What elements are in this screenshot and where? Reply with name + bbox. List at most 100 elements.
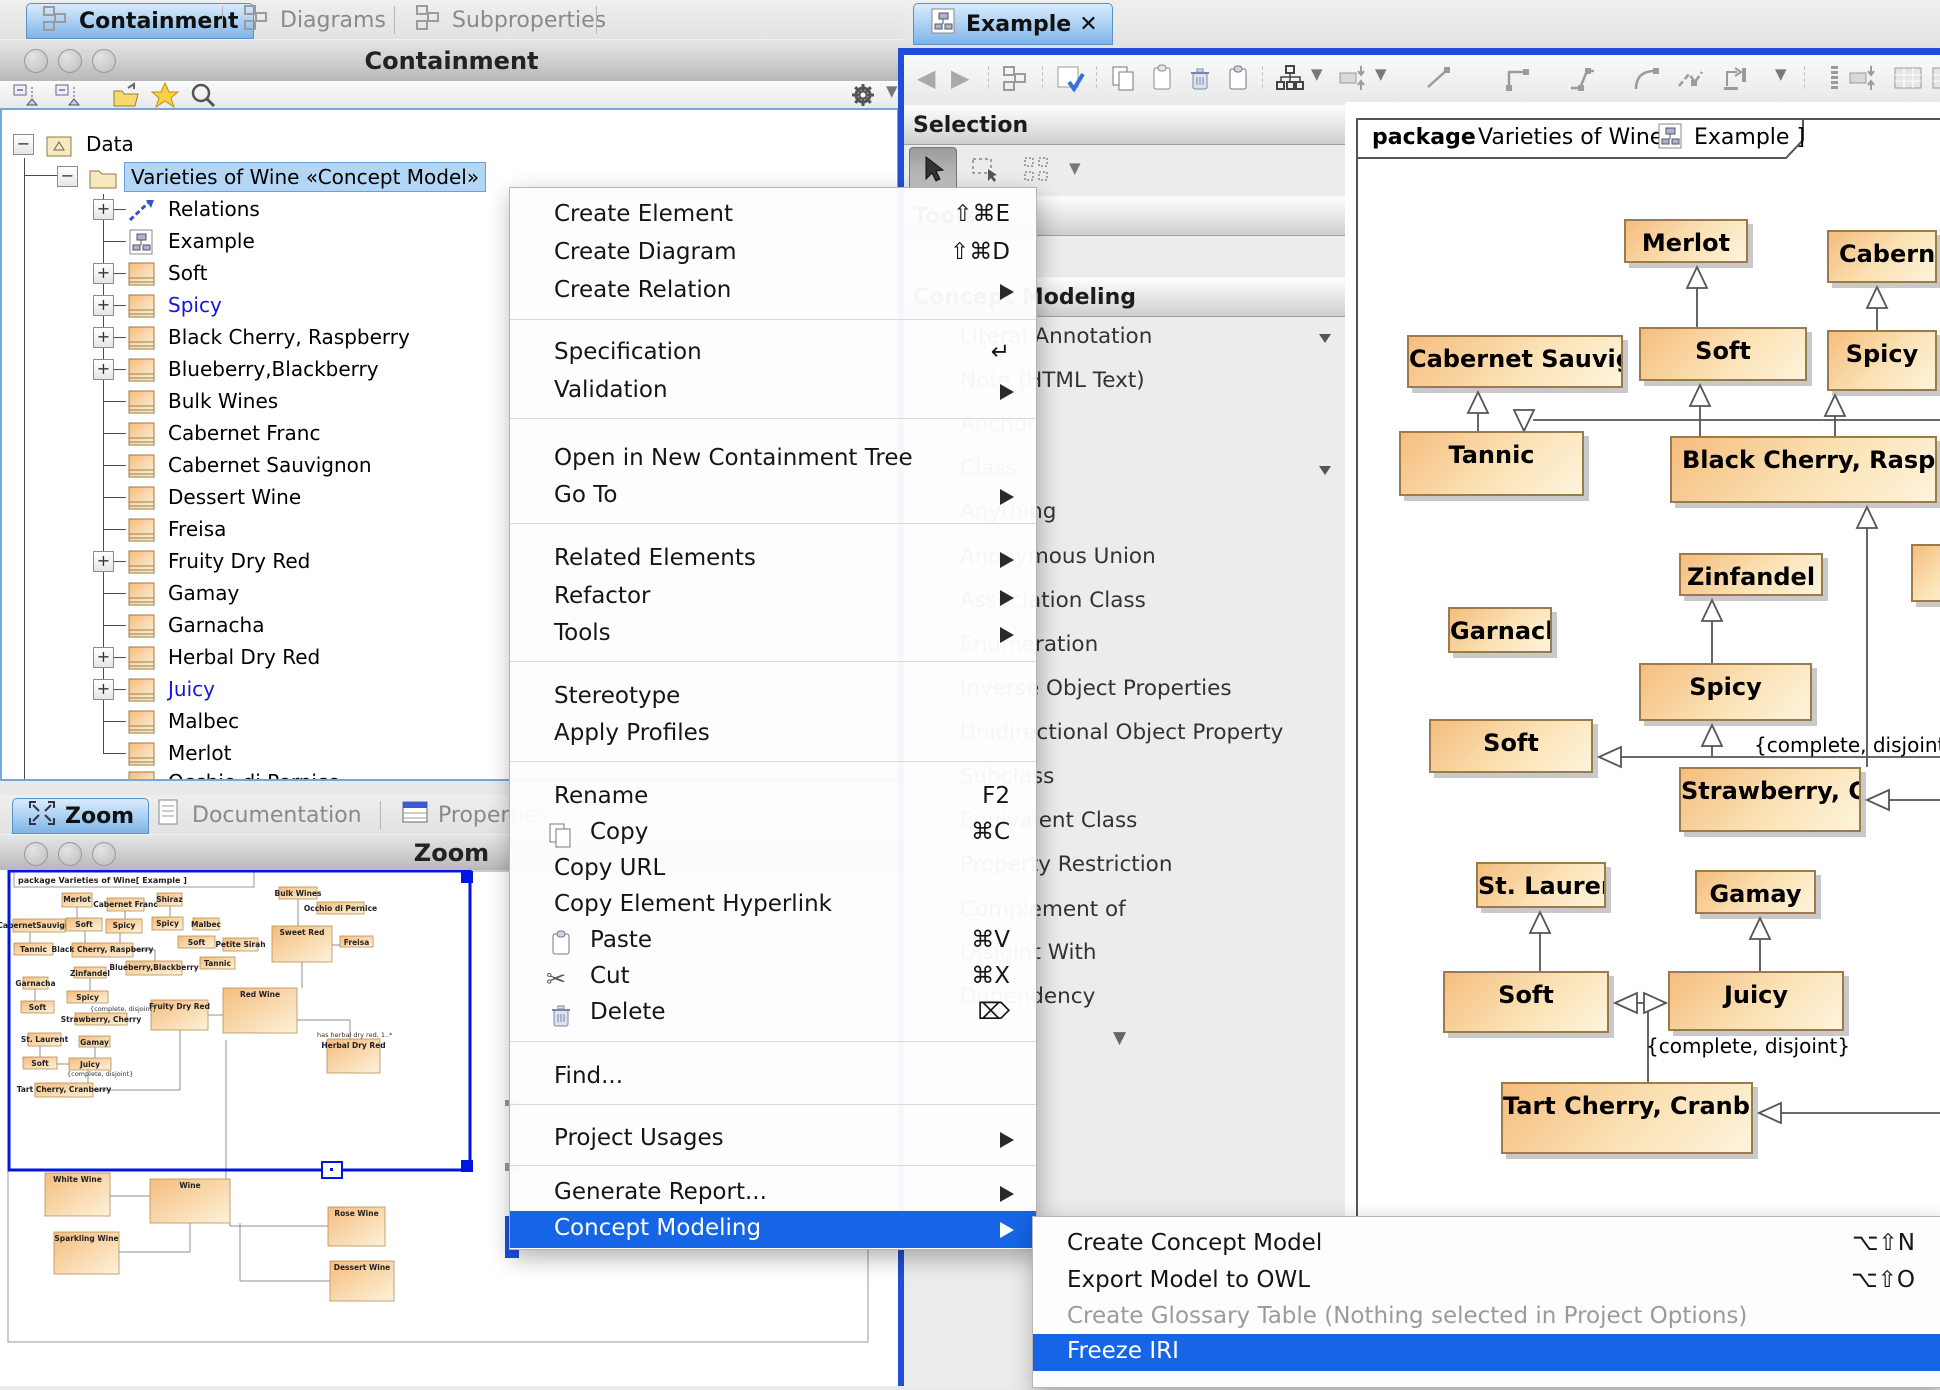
menu-item-create-concept-model[interactable]: Create Concept Model⌥⇧N <box>1033 1226 1940 1263</box>
line-icon[interactable] <box>1423 64 1453 92</box>
tree-row-label[interactable]: Dessert Wine <box>162 483 307 511</box>
class-box-juicy[interactable]: Juicy <box>1668 971 1844 1031</box>
menu-item-cut[interactable]: ✂Cut⌘X <box>510 959 1036 996</box>
tree-row-label[interactable]: Garnacha <box>162 611 270 639</box>
tools-dropdown-icon[interactable]: ▼ <box>1069 158 1081 177</box>
menu-item-rename[interactable]: RenameF2 <box>510 779 1036 816</box>
menu-item-validation[interactable]: Validation <box>510 373 1036 410</box>
grid-icon[interactable] <box>1931 64 1940 92</box>
tree-row-label[interactable]: Example <box>162 227 261 255</box>
window-zoom-button[interactable] <box>92 842 116 866</box>
class-box-cabernet-sauvignon[interactable]: Cabernet Sauvignon <box>1407 335 1623 388</box>
menu-item-refactor[interactable]: Refactor <box>510 579 1036 616</box>
class-box-cabernet-franc[interactable]: Cabernet Franc <box>1827 230 1937 283</box>
tree-row-label[interactable]: Soft <box>162 259 213 287</box>
clipboard-icon[interactable] <box>1147 64 1177 92</box>
tree-row-label[interactable]: Black Cherry, Raspberry <box>162 323 416 351</box>
tree-row-label[interactable]: Merlot <box>162 739 237 767</box>
menu-item-copy[interactable]: Copy⌘C <box>510 815 1036 852</box>
back-icon[interactable]: ◀ <box>917 64 947 92</box>
expand-toggle[interactable]: + <box>93 263 114 284</box>
window-close-button[interactable] <box>24 842 48 866</box>
palette-scroll-down-icon[interactable]: ▼ <box>1113 1028 1126 1048</box>
class-box-soft[interactable]: Soft <box>1443 971 1609 1033</box>
diagram-check-icon[interactable] <box>1055 64 1085 92</box>
diagram-canvas[interactable]: packageVarieties of Wine[Example ]Merlot… <box>1345 102 1940 1386</box>
tab-documentation[interactable]: Documentation <box>140 798 376 832</box>
tree-row-label[interactable]: Fruity Dry Red <box>162 547 316 575</box>
marquee-tool[interactable] <box>961 147 1009 191</box>
tree-layout-icon[interactable] <box>1275 64 1305 92</box>
menu-item-create-glossary-table-nothing-selected-in-project-options[interactable]: Create Glossary Table (Nothing selected … <box>1033 1299 1940 1336</box>
window-minimize-button[interactable] <box>58 49 82 73</box>
tree-row-label[interactable]: Bulk Wines <box>162 387 284 415</box>
swimlane-icon[interactable] <box>1719 64 1749 92</box>
chevron-down-icon[interactable] <box>1319 466 1331 475</box>
menu-item-specification[interactable]: Specification↵ <box>510 335 1036 372</box>
tab-subproperties[interactable]: Subproperties <box>400 3 620 37</box>
tree-row[interactable]: − Data <box>2 129 899 159</box>
grid-icon[interactable] <box>1893 64 1923 92</box>
class-box-garnacha[interactable]: Garnacha <box>1448 607 1552 653</box>
class-box-spicy[interactable]: Spicy <box>1827 330 1937 391</box>
copy-icon[interactable] <box>1109 64 1139 92</box>
menu-item-tools[interactable]: Tools <box>510 616 1036 653</box>
chevron-down-icon[interactable] <box>1319 334 1331 343</box>
menu-item-generate-report[interactable]: Generate Report... <box>510 1175 1036 1212</box>
menu-item-copy-element-hyperlink[interactable]: Copy Element Hyperlink <box>510 887 1036 924</box>
gear-icon[interactable] <box>848 81 878 108</box>
menu-item-concept-modeling[interactable]: Concept Modeling <box>510 1211 1036 1248</box>
tree-row-label[interactable]: Occhio di Pernice <box>162 768 346 781</box>
expand-toggle[interactable]: + <box>93 199 114 220</box>
tree-row-label[interactable]: Gamay <box>162 579 245 607</box>
window-zoom-button[interactable] <box>92 49 116 73</box>
zigzag-icon[interactable] <box>1675 64 1705 92</box>
double-elbow-icon[interactable] <box>1567 64 1597 92</box>
search-icon[interactable] <box>188 81 218 108</box>
expand-toggle[interactable]: + <box>93 679 114 700</box>
window-minimize-button[interactable] <box>58 842 82 866</box>
tree-row-label[interactable]: Cabernet Sauvignon <box>162 451 378 479</box>
tab-diagrams[interactable]: Diagrams <box>228 3 400 37</box>
open-folder-icon[interactable] <box>112 81 142 108</box>
class-box-tannic[interactable]: Tannic <box>1399 431 1584 496</box>
tab-zoom[interactable]: Zoom <box>12 798 149 834</box>
menu-item-create-element[interactable]: Create Element⇧⌘E <box>510 197 1036 234</box>
expand-toggle[interactable]: + <box>93 647 114 668</box>
window-close-button[interactable] <box>24 49 48 73</box>
elbow-icon[interactable] <box>1503 64 1533 92</box>
containment-tree-icon[interactable] <box>1001 64 1031 92</box>
class-box-zinfandel[interactable]: Zinfandel <box>1679 553 1823 596</box>
expand-toggle[interactable]: + <box>93 295 114 316</box>
class-box-strawberry-cherry[interactable]: Strawberry, Cherry <box>1679 767 1861 832</box>
tree-row-label[interactable]: Relations <box>162 195 266 223</box>
menu-item-stereotype[interactable]: Stereotype <box>510 679 1036 716</box>
collapse-all-icon[interactable] <box>54 81 84 108</box>
trash-icon[interactable] <box>1185 64 1215 92</box>
multi-select-tool[interactable] <box>1013 147 1061 191</box>
menu-item-export-model-to-owl[interactable]: Export Model to OWL⌥⇧O <box>1033 1263 1940 1300</box>
class-box-spicy[interactable]: Spicy <box>1639 663 1812 721</box>
dotted-column-icon[interactable] <box>1819 64 1849 92</box>
arc-icon[interactable] <box>1631 64 1661 92</box>
tab-example-diagram[interactable]: Example ✕ <box>913 3 1113 45</box>
tree-row-label[interactable]: Varieties of Wine «Concept Model» <box>124 162 486 192</box>
dropdown-arrow-icon[interactable]: ▼ <box>1375 64 1405 92</box>
collapse-toggle[interactable]: − <box>57 166 78 187</box>
tree-row-label[interactable]: Data <box>80 130 140 158</box>
paste-special-icon[interactable] <box>1223 64 1253 92</box>
collapse-toggle[interactable]: − <box>13 134 34 155</box>
class-box-merlot[interactable]: Merlot <box>1624 219 1748 263</box>
tree-row-label[interactable]: Juicy <box>162 675 221 703</box>
menu-item-paste[interactable]: Paste⌘V <box>510 923 1036 960</box>
tree-row-label[interactable]: Cabernet Franc <box>162 419 326 447</box>
dropdown-arrow-icon[interactable]: ▼ <box>1775 64 1805 92</box>
tree-row-label[interactable]: Blueberry,Blackberry <box>162 355 385 383</box>
close-icon[interactable]: ✕ <box>1079 12 1097 37</box>
expand-toggle[interactable]: + <box>93 327 114 348</box>
add-node-icon[interactable] <box>1337 64 1367 92</box>
class-box-st-laurent[interactable]: St. Laurent <box>1476 862 1606 908</box>
menu-item-go-to[interactable]: Go To <box>510 478 1036 515</box>
class-box-tart-cherry-cranberry[interactable]: Tart Cherry, Cranberry <box>1501 1082 1753 1154</box>
menu-item-copy-url[interactable]: Copy URL <box>510 851 1036 888</box>
